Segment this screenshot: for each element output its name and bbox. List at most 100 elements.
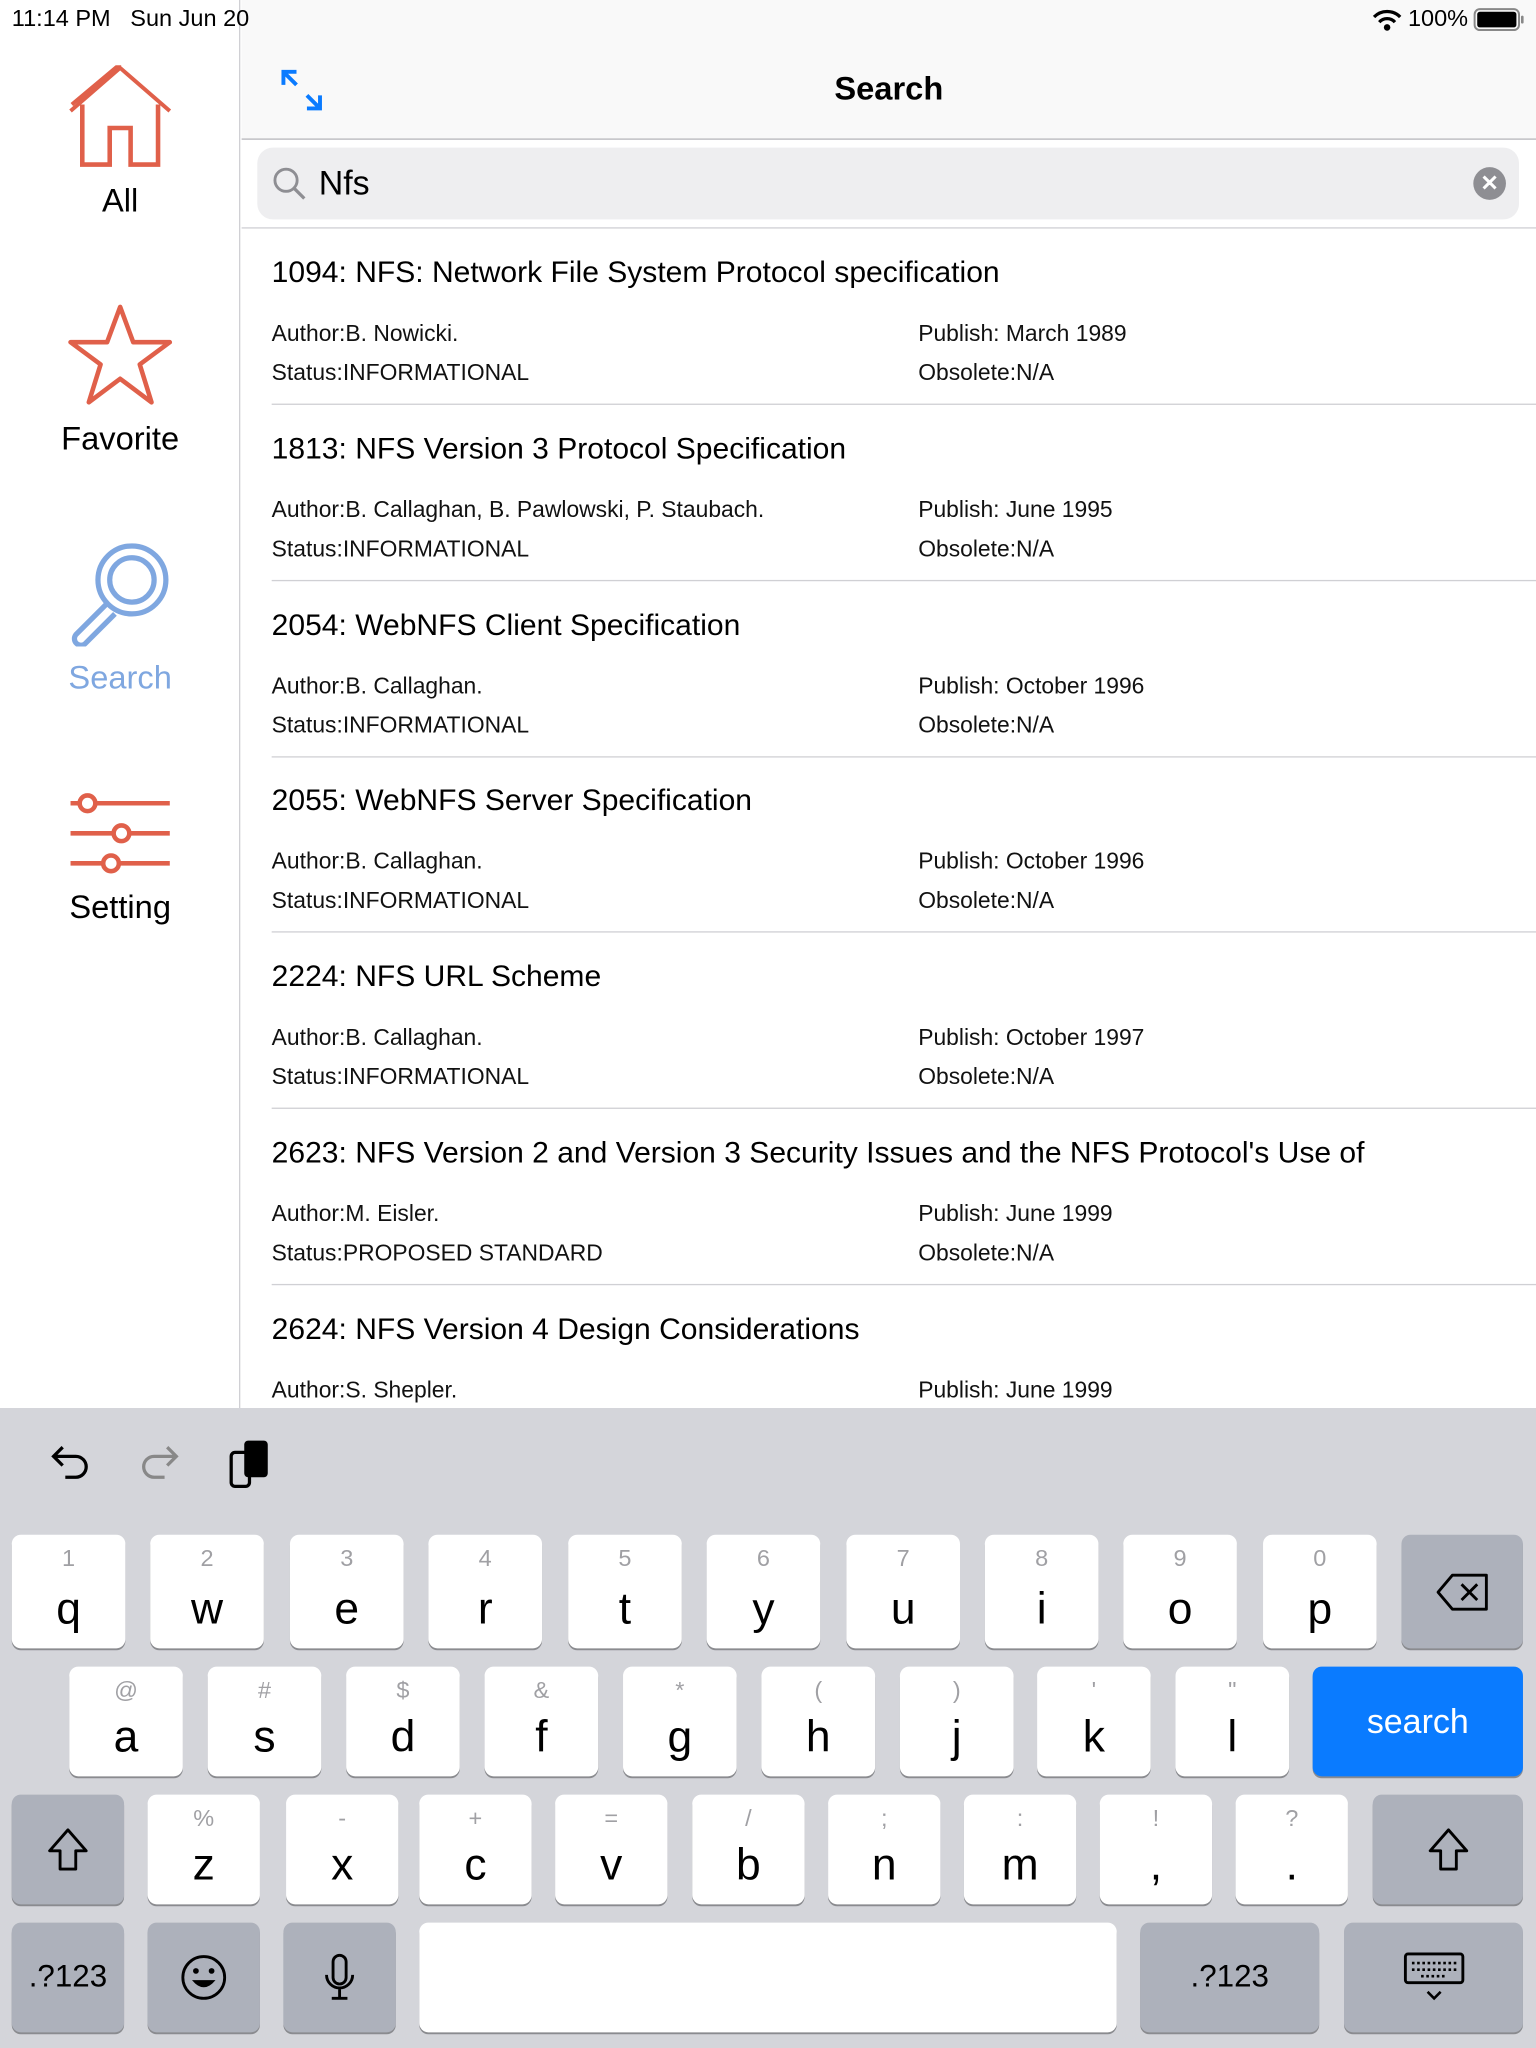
result-row[interactable]: 2055: WebNFS Server Specification Author:… [242, 757, 1536, 934]
key-alt-char: 1 [62, 1545, 76, 1572]
page-title: Search [834, 70, 944, 108]
result-title: 1094: NFS: Network File System Protocol … [271, 254, 1000, 289]
dismiss-keyboard-key[interactable] [1343, 1922, 1523, 2033]
sidebar-item-setting[interactable]: Setting [0, 790, 240, 927]
result-author: Author:B. Callaghan, B. Pawlowski, P. St… [271, 496, 765, 523]
key-a[interactable]: @ a [69, 1666, 183, 1777]
key-char: o [1167, 1584, 1193, 1634]
result-title: 2624: NFS Version 4 Design Consideration… [271, 1311, 860, 1346]
shift-icon [12, 1795, 124, 1905]
result-row[interactable]: 2623: NFS Version 2 and Version 3 Securi… [242, 1109, 1536, 1286]
key-t[interactable]: 5t [568, 1534, 682, 1649]
key-alt-char: ( [814, 1677, 823, 1704]
redo-icon[interactable] [138, 1442, 180, 1484]
key-char: . [1285, 1840, 1298, 1890]
key-char: k [1082, 1712, 1105, 1762]
result-title: 2224: NFS URL Scheme [271, 958, 602, 993]
sidebar-item-favorite[interactable]: Favorite [0, 303, 240, 458]
key-s[interactable]: # s [207, 1666, 322, 1777]
backspace-key[interactable] [1401, 1534, 1523, 1649]
shift-key-right[interactable] [1372, 1794, 1523, 1905]
key-m[interactable]: :m [963, 1794, 1077, 1905]
key-k[interactable]: ' k [1037, 1666, 1151, 1777]
key-u[interactable]: 7u [846, 1534, 960, 1649]
key-v[interactable]: = v [555, 1794, 668, 1905]
key-b[interactable]: / b [692, 1794, 805, 1905]
undo-icon[interactable] [50, 1442, 92, 1484]
result-obsolete: Obsolete:N/A [918, 887, 1055, 914]
key-w[interactable]: 2w [150, 1534, 264, 1649]
result-row[interactable]: 1094: NFS: Network File System Protocol … [242, 229, 1536, 405]
clear-icon[interactable]: ✕ [1473, 167, 1506, 200]
result-obsolete: Obsolete:N/A [918, 1239, 1055, 1266]
result-publish: Publish: June 1999 [918, 1376, 1113, 1403]
key-char: r [477, 1584, 493, 1634]
result-obsolete: Obsolete:N/A [918, 1063, 1055, 1090]
key-z[interactable]: % z [147, 1794, 260, 1905]
space-key[interactable] [419, 1922, 1117, 2033]
key-i[interactable]: 8i [984, 1534, 1099, 1649]
key-alt-char: " [1228, 1677, 1237, 1704]
nav-bar: Search [241, 0, 1536, 140]
result-publish: Publish: June 1999 [918, 1200, 1113, 1227]
search-input[interactable]: Nfs ✕ [257, 147, 1520, 220]
key-.[interactable]: ?. [1235, 1794, 1348, 1905]
emoji-icon [148, 1923, 260, 2033]
key-alt-char: # [257, 1677, 272, 1704]
key-d[interactable]: $ d [346, 1666, 460, 1777]
key-alt-char: 0 [1313, 1545, 1327, 1572]
key-char: i [1036, 1584, 1047, 1634]
key-,[interactable]: !, [1099, 1794, 1213, 1905]
key-p[interactable]: 0p [1263, 1534, 1377, 1649]
result-author: Author:B. Callaghan. [271, 672, 483, 699]
key-char: s [253, 1712, 276, 1762]
result-row[interactable]: 2624: NFS Version 4 Design Consideration… [242, 1285, 1536, 1408]
shift-key-left[interactable] [11, 1794, 125, 1905]
key-char: u [890, 1584, 916, 1634]
key-e[interactable]: 3e [289, 1534, 404, 1649]
key-alt-char: * [675, 1677, 685, 1704]
numbers-key-right[interactable]: .?123 [1140, 1922, 1320, 2033]
numbers-label: .?123 [1190, 1959, 1269, 1995]
key-h[interactable]: (h [761, 1666, 876, 1777]
result-status: Status:INFORMATIONAL [271, 887, 530, 914]
result-title: 2623: NFS Version 2 and Version 3 Securi… [271, 1135, 1365, 1169]
sidebar-item-label: Favorite [61, 420, 180, 458]
sidebar-item-search[interactable]: Search [0, 542, 240, 697]
key-char: y [752, 1584, 775, 1634]
key-c[interactable]: + c [419, 1794, 532, 1905]
status-right: 100% [1371, 5, 1525, 32]
key-g[interactable]: * g [623, 1666, 737, 1777]
paste-icon[interactable] [229, 1437, 273, 1489]
key-alt-char: : [1016, 1805, 1024, 1832]
key-o[interactable]: 9o [1123, 1534, 1237, 1649]
result-row[interactable]: 2054: WebNFS Client Specification Author:… [242, 581, 1536, 758]
status-time: 11:14 PM Sun Jun 20 [12, 5, 249, 32]
key-l[interactable]: " l [1175, 1666, 1290, 1777]
sidebar-item-label: All [101, 182, 139, 220]
backspace-icon [1401, 1535, 1522, 1649]
search-icon [71, 543, 169, 647]
key-f[interactable]: & f [484, 1666, 599, 1777]
emoji-key[interactable] [147, 1922, 260, 2033]
dictation-key[interactable] [283, 1922, 396, 2033]
sidebar-item-all[interactable]: All [0, 65, 240, 220]
result-row[interactable]: 1813: NFS Version 3 Protocol Specificati… [242, 405, 1536, 581]
key-j[interactable]: ) j [899, 1666, 1014, 1777]
result-row[interactable]: 2224: NFS URL Scheme Author:B. Callaghan.… [242, 933, 1536, 1110]
key-alt-char: ; [880, 1805, 888, 1832]
key-y[interactable]: 6y [706, 1534, 821, 1649]
search-key[interactable]: search [1312, 1666, 1523, 1777]
numbers-key-left[interactable]: .?123 [11, 1922, 125, 2033]
key-x[interactable]: -x [286, 1794, 399, 1905]
key-q[interactable]: 1q [11, 1534, 126, 1649]
result-title: 2055: WebNFS Server Specification [271, 782, 753, 817]
result-obsolete: Obsolete:N/A [918, 535, 1055, 562]
keyboard-hide-icon [1344, 1923, 1523, 2033]
key-alt-char: ? [1285, 1805, 1299, 1832]
key-char: q [56, 1584, 81, 1634]
key-n[interactable]: ; n [828, 1794, 941, 1905]
key-alt-char: ) [952, 1677, 961, 1704]
battery-percent: 100% [1407, 5, 1469, 32]
key-r[interactable]: 4r [428, 1534, 543, 1649]
